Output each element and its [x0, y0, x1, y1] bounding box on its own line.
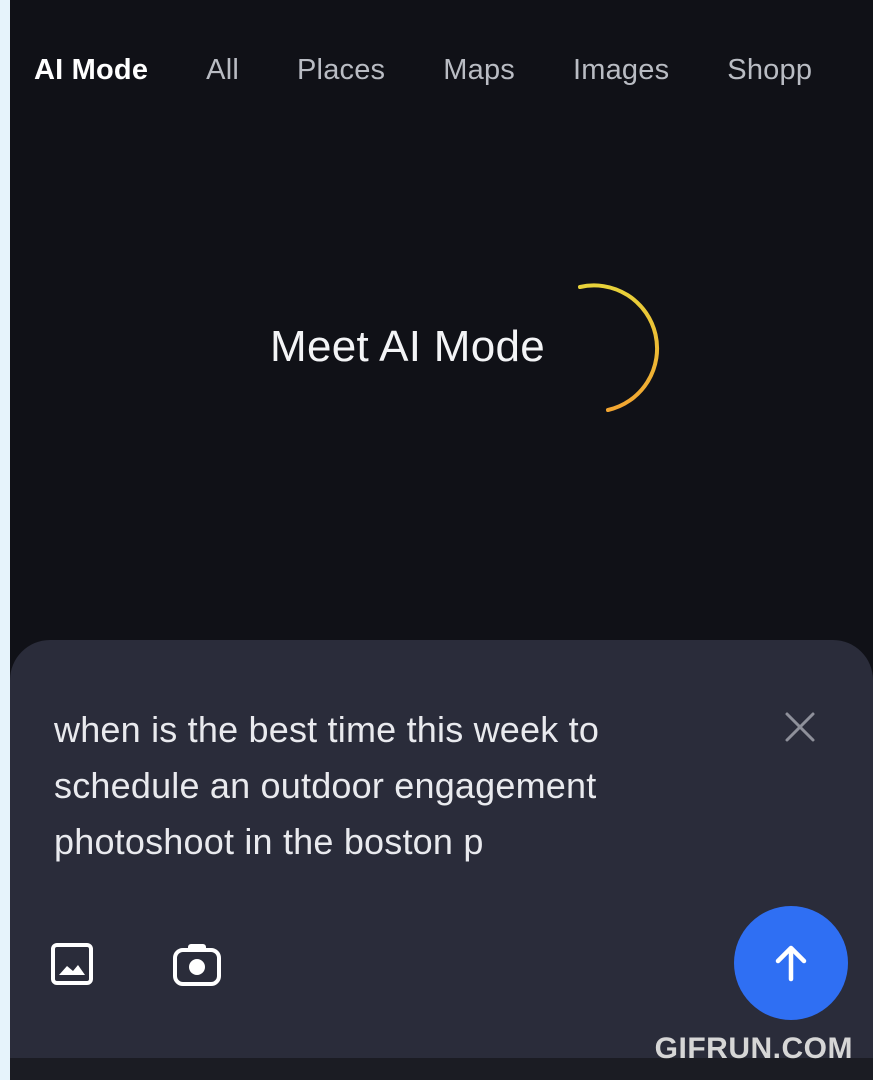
send-button[interactable] [734, 906, 848, 1020]
hero-banner: Meet AI Mode [0, 280, 873, 420]
ai-mode-screen: AI Mode All Places Maps Images Shopp Mee… [0, 0, 873, 1080]
upload-image-button[interactable] [46, 938, 98, 990]
tab-all[interactable]: All [206, 54, 239, 87]
image-icon [51, 943, 93, 985]
clear-button[interactable] [780, 707, 820, 747]
search-tabs: AI Mode All Places Maps Images Shopp [34, 48, 873, 92]
arrow-up-icon [775, 945, 807, 982]
left-edge-strip [0, 0, 10, 1080]
tab-places[interactable]: Places [297, 54, 385, 87]
tab-shopping[interactable]: Shopp [727, 54, 812, 87]
watermark: GIFRUN.COM [654, 1032, 853, 1065]
close-icon [785, 712, 815, 742]
camera-button[interactable] [171, 938, 223, 990]
search-panel: when is the best time this week to sched… [10, 640, 873, 1060]
tab-ai-mode[interactable]: AI Mode [34, 54, 148, 87]
loading-arc-icon [578, 283, 660, 412]
camera-icon [173, 944, 221, 986]
hero-title: Meet AI Mode [270, 322, 546, 371]
tab-maps[interactable]: Maps [443, 54, 515, 87]
search-input[interactable]: when is the best time this week to sched… [54, 702, 734, 870]
tab-images[interactable]: Images [573, 54, 669, 87]
